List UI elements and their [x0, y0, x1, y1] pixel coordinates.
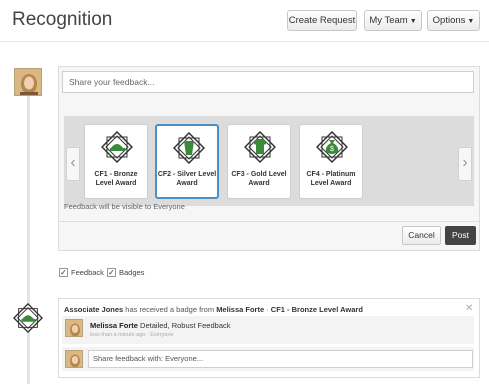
caret-down-icon: ▼	[409, 18, 417, 25]
badge-card-label: CF4 - Platinum Level Award	[306, 171, 356, 187]
close-icon[interactable]: ✕	[465, 303, 473, 314]
badge-card-cf3[interactable]: CF3 - Gold Level Award	[227, 124, 291, 199]
page-title: Recognition	[12, 9, 113, 30]
my-team-dropdown[interactable]: My Team ▼	[364, 10, 422, 31]
svg-text:$: $	[330, 146, 334, 153]
carousel-prev-arrow[interactable]: ‹	[66, 147, 80, 181]
composer-divider	[58, 221, 480, 222]
comment-text: Melissa Forte Detailed, Robust Feedback	[90, 321, 231, 330]
badge-card-cf1[interactable]: CF1 - Bronze Level Award	[84, 124, 148, 199]
badges-filter-checkbox[interactable]: ✓	[107, 268, 116, 277]
giver-link[interactable]: Melissa Forte	[216, 305, 264, 314]
options-label: Options	[432, 15, 466, 26]
cancel-button[interactable]: Cancel	[402, 226, 441, 245]
money-bag-badge-icon: $	[316, 131, 348, 163]
badge-card-label: CF3 - Gold Level Award	[231, 171, 287, 187]
feedback-filter-checkbox[interactable]: ✓	[59, 268, 68, 277]
badge-card-cf2[interactable]: CF2 - Silver Level Award	[155, 124, 219, 199]
badges-filter-label: Badges	[119, 268, 145, 277]
avatar-photo	[15, 69, 41, 95]
feed-separator: ·	[264, 305, 271, 314]
hat-badge-icon	[12, 302, 44, 334]
feed-item-headline: Associate Jones has received a badge fro…	[64, 305, 363, 314]
user-avatar	[14, 68, 42, 96]
badge-card-label: CF2 - Silver Level Award	[157, 171, 217, 187]
caret-down-icon: ▼	[467, 18, 475, 25]
feedback-input[interactable]: Share your feedback...	[62, 71, 474, 93]
feed-text: has received a badge from	[123, 305, 217, 314]
create-request-label: Create Request	[288, 15, 356, 26]
comment-author[interactable]: Melissa Forte	[90, 321, 138, 330]
visibility-note: Feedback will be visible to Everyone	[64, 202, 185, 211]
carousel-next-arrow[interactable]: ›	[458, 147, 472, 181]
timeline-line	[27, 88, 30, 384]
header-divider	[0, 41, 489, 42]
cup-badge-icon	[173, 132, 205, 164]
comment-timestamp: less than a minute ago · Everyone	[90, 332, 174, 338]
badge-card-label: CF1 - Bronze Level Award	[94, 171, 138, 187]
recipient-link[interactable]: Associate Jones	[64, 305, 123, 314]
create-request-button[interactable]: Create Request	[287, 10, 357, 31]
my-team-label: My Team	[369, 15, 408, 26]
feed-item-badge-icon	[12, 302, 44, 334]
comment-body: Detailed, Robust Feedback	[137, 321, 231, 330]
shirt-badge-icon	[244, 131, 276, 163]
post-button[interactable]: Post	[445, 226, 476, 245]
feedback-filter-label: Feedback	[71, 268, 104, 277]
options-dropdown[interactable]: Options ▼	[427, 10, 480, 31]
badge-name[interactable]: CF1 - Bronze Level Award	[271, 305, 363, 314]
badge-card-cf4[interactable]: $ CF4 - Platinum Level Award	[299, 124, 363, 199]
share-feedback-input[interactable]: Share feedback with: Everyone...	[88, 350, 473, 368]
comment-avatar	[65, 319, 83, 337]
avatar-photo	[66, 320, 82, 336]
share-avatar	[65, 350, 83, 368]
avatar-photo	[66, 351, 82, 367]
hat-badge-icon	[101, 131, 133, 163]
